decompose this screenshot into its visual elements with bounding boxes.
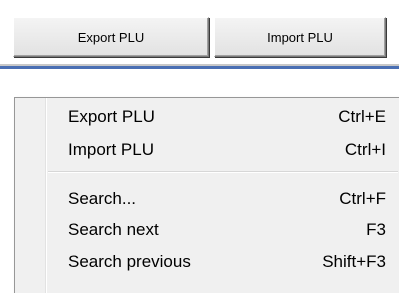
menu-item-shortcut: Ctrl+F [339, 189, 386, 208]
menu-item-search[interactable]: Search... Ctrl+F [15, 184, 399, 214]
menu-item-search-next[interactable]: Search next F3 [15, 215, 399, 245]
menu-item-search-previous[interactable]: Search previous Shift+F3 [15, 247, 399, 277]
export-plu-button-label: Export PLU [77, 29, 145, 45]
import-plu-button-label: Import PLU [267, 29, 333, 45]
toolbar: Export PLU Import PLU [0, 0, 399, 69]
menu-item-shortcut: Shift+F3 [322, 252, 386, 271]
import-plu-button[interactable]: Import PLU [214, 17, 386, 57]
menu-item-export-plu[interactable]: Export PLU Ctrl+E [15, 102, 399, 132]
context-menu: Export PLU Ctrl+E Import PLU Ctrl+I Sear… [14, 97, 399, 293]
menu-item-label: Search previous [68, 252, 191, 271]
menu-item-shortcut: Ctrl+E [338, 107, 386, 126]
menu-item-label: Search next [68, 220, 159, 239]
toolbar-accent-line [0, 66, 399, 69]
menu-item-shortcut: Ctrl+I [344, 140, 386, 159]
menu-item-import-plu[interactable]: Import PLU Ctrl+I [15, 135, 399, 165]
menu-item-label: Import PLU [68, 140, 154, 159]
export-plu-button[interactable]: Export PLU [13, 17, 209, 57]
app-window: Export PLU Import PLU Export PLU Ctrl+E … [0, 0, 399, 293]
menu-item-label: Search... [68, 189, 137, 208]
menu-item-label: Export PLU [68, 107, 155, 126]
menu-item-shortcut: F3 [366, 220, 386, 239]
menu-separator [48, 171, 398, 173]
